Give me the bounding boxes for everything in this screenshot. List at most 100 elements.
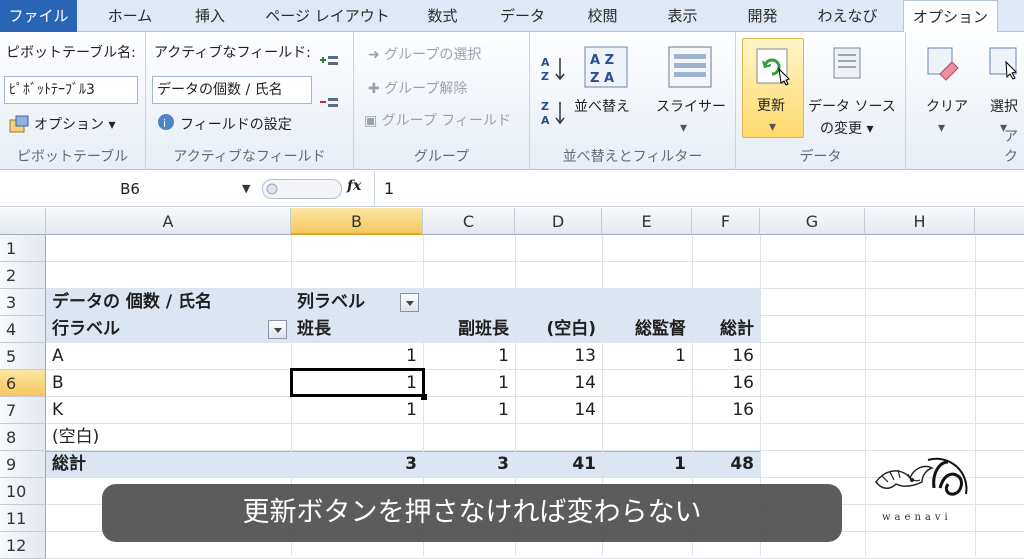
pivot-data-field-label[interactable]: データの 個数 / 氏名 — [52, 289, 212, 316]
name-box-dropdown-icon[interactable]: ▼ — [242, 182, 250, 195]
pivot-value-cell[interactable]: 14 — [515, 397, 602, 424]
select-all-corner[interactable] — [0, 208, 46, 235]
tab-options[interactable]: オプション — [903, 0, 998, 33]
pivot-value-cell[interactable]: 1 — [423, 370, 515, 397]
options-button[interactable]: オプション ▾ — [34, 114, 115, 134]
tab-formulas[interactable]: 数式 — [405, 0, 480, 32]
row-header-1[interactable]: 1 — [0, 235, 46, 262]
pivot-name-input[interactable]: ﾋﾟﾎﾞｯﾄﾃｰﾌﾞﾙ3 — [4, 76, 138, 104]
ungroup-button[interactable]: ✚ グループ解除 — [368, 78, 467, 98]
column-header-d[interactable]: D — [515, 208, 602, 235]
clear-dropdown-icon[interactable]: ▾ — [938, 120, 945, 136]
pivot-col-header[interactable]: 総監督 — [602, 316, 692, 343]
column-header-next[interactable] — [975, 208, 1024, 235]
pivot-value-cell[interactable]: 3 — [423, 451, 515, 478]
row-labels-filter-button[interactable] — [268, 320, 287, 339]
group-selection-button[interactable]: ➜ グループの選択 — [368, 44, 481, 64]
pivot-value-cell[interactable]: 1 — [291, 343, 423, 370]
column-header-b[interactable]: B — [291, 208, 423, 235]
slicer-dropdown-icon[interactable]: ▾ — [680, 120, 687, 136]
pivot-value-cell[interactable]: 3 — [291, 451, 423, 478]
column-header-a[interactable]: A — [46, 208, 291, 235]
group-field-button[interactable]: ▣ グループ フィールド — [364, 110, 511, 130]
row-header-3[interactable]: 3 — [0, 289, 46, 316]
pivot-value-cell[interactable]: 41 — [515, 451, 602, 478]
tab-page-layout[interactable]: ページ レイアウト — [255, 0, 400, 32]
column-header-f[interactable]: F — [692, 208, 760, 235]
column-header-g[interactable]: G — [760, 208, 865, 235]
active-field-input[interactable]: データの個数 / 氏名 — [152, 76, 312, 104]
row-header-9[interactable]: 9 — [0, 451, 46, 478]
expand-field-icon[interactable] — [318, 54, 340, 76]
insert-function-icon[interactable]: fx — [347, 178, 361, 194]
tab-file[interactable]: ファイル — [0, 0, 77, 32]
pivot-value-cell[interactable]: 1 — [291, 397, 423, 424]
pivot-row-label[interactable]: 総計 — [52, 451, 86, 478]
clear-button[interactable]: クリア — [926, 96, 968, 116]
row-header-12[interactable]: 12 — [0, 532, 46, 559]
pivot-col-header[interactable]: 班長 — [297, 316, 331, 343]
pivot-value-cell[interactable] — [602, 397, 692, 424]
row-header-6[interactable]: 6 — [0, 370, 46, 397]
tab-home[interactable]: ホーム — [90, 0, 170, 32]
tab-review[interactable]: 校閲 — [565, 0, 640, 32]
pivot-row-label[interactable]: (空白) — [52, 424, 99, 451]
fill-handle[interactable] — [421, 394, 427, 400]
waenavi-logo: waenavi — [868, 452, 998, 532]
slicer-button[interactable]: スライサー — [656, 96, 726, 116]
sort-dialog-icon[interactable]: A Z Z A — [584, 46, 628, 92]
slicer-icon[interactable] — [668, 46, 712, 92]
pivot-row-label[interactable]: A — [52, 343, 64, 370]
row-header-11[interactable]: 11 — [0, 505, 46, 532]
pivot-row-label[interactable]: K — [52, 397, 63, 424]
pivot-value-cell[interactable]: 13 — [515, 343, 602, 370]
pivot-row-labels[interactable]: 行ラベル — [52, 316, 120, 343]
tab-data[interactable]: データ — [485, 0, 560, 32]
tab-view[interactable]: 表示 — [645, 0, 720, 32]
logo-text: waenavi — [882, 512, 952, 523]
change-source-button[interactable]: の変更 ▾ — [820, 118, 873, 138]
pivot-column-labels[interactable]: 列ラベル — [297, 289, 365, 316]
collapse-field-icon[interactable] — [318, 96, 340, 118]
sort-descending-icon[interactable]: ZA — [540, 98, 568, 132]
tab-insert[interactable]: 挿入 — [170, 0, 250, 32]
row-header-2[interactable]: 2 — [0, 262, 46, 289]
pivot-value-cell[interactable] — [602, 370, 692, 397]
pivot-value-cell[interactable]: 14 — [515, 370, 602, 397]
row-header-4[interactable]: 4 — [0, 316, 46, 343]
row-header-8[interactable]: 8 — [0, 424, 46, 451]
pivot-value-cell[interactable]: 1 — [423, 343, 515, 370]
name-box[interactable]: B6 — [2, 176, 258, 202]
row-header-10[interactable]: 10 — [0, 478, 46, 505]
row-header-7[interactable]: 7 — [0, 397, 46, 424]
column-header-h[interactable]: H — [865, 208, 975, 235]
pivot-value-cell[interactable]: 1 — [602, 343, 692, 370]
column-header-c[interactable]: C — [423, 208, 515, 235]
pivot-value-cell[interactable]: 1 — [602, 451, 692, 478]
active-cell-b6[interactable] — [290, 368, 425, 397]
row-header-5[interactable]: 5 — [0, 343, 46, 370]
pivot-col-header[interactable]: 総計 — [692, 316, 760, 343]
caption-overlay: 更新ボタンを押さなければ変わらない — [102, 484, 842, 542]
column-labels-filter-button[interactable] — [400, 293, 419, 312]
sort-ascending-icon[interactable]: AZ — [540, 54, 568, 88]
refresh-button[interactable]: 更新 ▾ — [742, 38, 804, 138]
pivot-value-cell[interactable]: 16 — [692, 343, 760, 370]
pivot-value-cell[interactable]: 1 — [423, 397, 515, 424]
sort-button[interactable]: 並べ替え — [574, 96, 630, 116]
formula-input[interactable]: 1 — [384, 179, 394, 198]
group-grouping: ➜ グループの選択 ✚ グループ解除 ▣ グループ フィールド グループ — [354, 32, 530, 170]
pivot-row-label[interactable]: B — [52, 370, 64, 397]
tab-developer[interactable]: 開発 — [725, 0, 800, 32]
column-header-e[interactable]: E — [602, 208, 692, 235]
pivot-value-cell[interactable]: 16 — [692, 370, 760, 397]
pivot-col-header[interactable]: 副班長 — [423, 316, 515, 343]
change-source-label-1[interactable]: データ ソース — [808, 96, 896, 116]
tab-waenavi[interactable]: わえなび — [800, 0, 895, 32]
pivot-value-cell[interactable]: 16 — [692, 397, 760, 424]
pivot-col-header[interactable]: (空白) — [515, 316, 602, 343]
formula-bar-resize-handle[interactable] — [262, 179, 342, 203]
select-button[interactable]: 選択 — [990, 96, 1018, 116]
pivot-value-cell[interactable]: 48 — [692, 451, 760, 478]
field-settings-button[interactable]: フィールドの設定 — [180, 114, 292, 134]
